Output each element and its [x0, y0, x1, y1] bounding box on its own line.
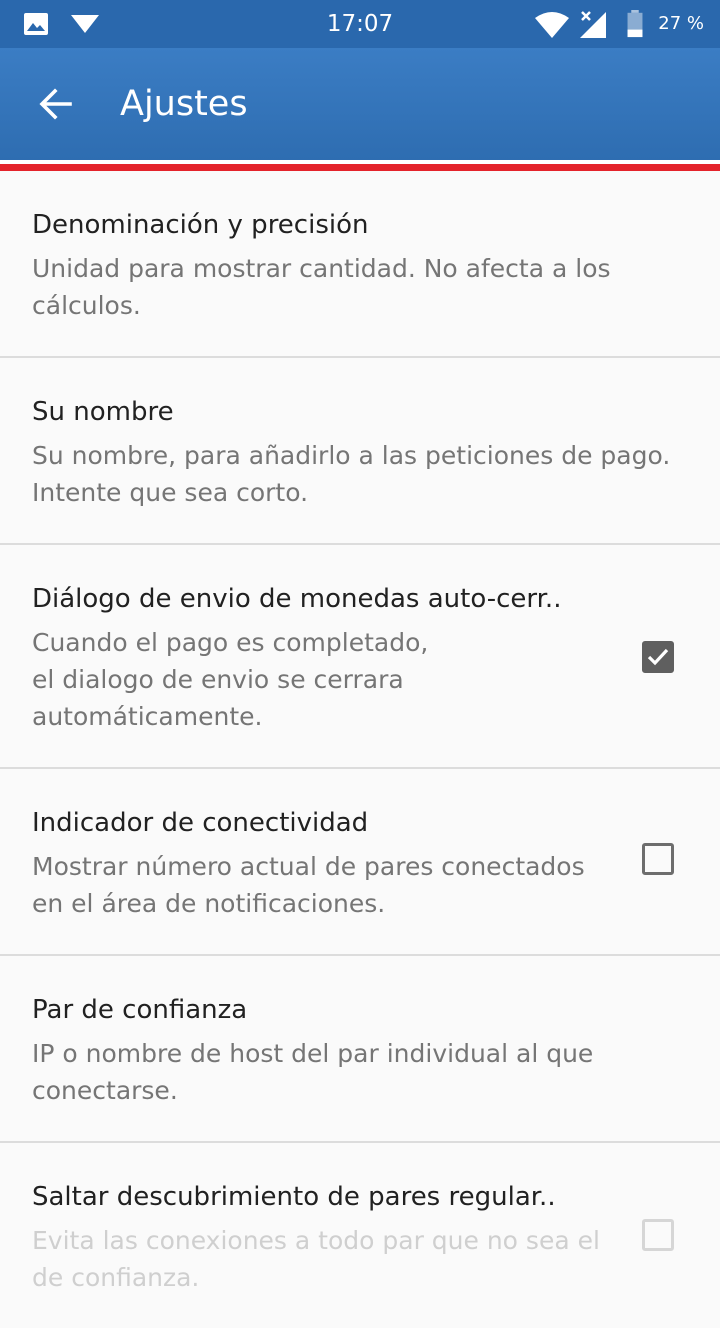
- setting-title: Saltar descubrimiento de pares regular..: [32, 1182, 556, 1212]
- setting-title: Denominación y precisión: [32, 210, 369, 240]
- setting-denomination[interactable]: Denominación y precisión Unidad para mos…: [0, 171, 720, 358]
- wifi-icon: [535, 12, 569, 38]
- setting-summary: Cuando el pago es completado, el dialogo…: [32, 628, 429, 731]
- skip-discovery-checkbox[interactable]: [642, 1219, 674, 1251]
- status-bar: 17:07 27 %: [0, 0, 720, 48]
- setting-title: Su nombre: [32, 397, 174, 427]
- setting-summary: IP o nombre de host del par individual a…: [32, 1039, 594, 1105]
- setting-title: Diálogo de envio de monedas auto-cerr..: [32, 584, 562, 614]
- accent-stripe: [0, 164, 720, 171]
- setting-connectivity-indicator[interactable]: Indicador de conectividad Mostrar número…: [0, 769, 720, 956]
- setting-summary: Mostrar número actual de pares conectado…: [32, 852, 585, 918]
- setting-name[interactable]: Su nombre Su nombre, para añadirlo a las…: [0, 358, 720, 545]
- check-icon: [647, 648, 669, 666]
- cell-signal-icon: [580, 11, 606, 38]
- setting-auto-close-send-dialog[interactable]: Diálogo de envio de monedas auto-cerr.. …: [0, 545, 720, 769]
- setting-summary: Unidad para mostrar cantidad. No afecta …: [32, 254, 611, 320]
- setting-summary: Evita las conexiones a todo par que no s…: [32, 1226, 600, 1292]
- app-bar: Ajustes: [0, 48, 720, 160]
- setting-title: Par de confianza: [32, 995, 248, 1025]
- back-button[interactable]: [24, 72, 88, 136]
- battery-icon: [627, 10, 643, 38]
- setting-trusted-peer[interactable]: Par de confianza IP o nombre de host del…: [0, 956, 720, 1143]
- setting-skip-peer-discovery[interactable]: Saltar descubrimiento de pares regular..…: [0, 1143, 720, 1328]
- connectivity-checkbox[interactable]: [642, 843, 674, 875]
- setting-title: Indicador de conectividad: [32, 808, 369, 838]
- page-title: Ajustes: [120, 84, 248, 124]
- status-time: 17:07: [326, 11, 394, 37]
- setting-summary: Su nombre, para añadirlo a las peticione…: [32, 441, 671, 507]
- arrow-back-icon: [39, 88, 72, 120]
- settings-list: Denominación y precisión Unidad para mos…: [0, 171, 720, 1328]
- battery-percent: 27 %: [658, 13, 704, 34]
- auto-close-checkbox[interactable]: [642, 641, 674, 673]
